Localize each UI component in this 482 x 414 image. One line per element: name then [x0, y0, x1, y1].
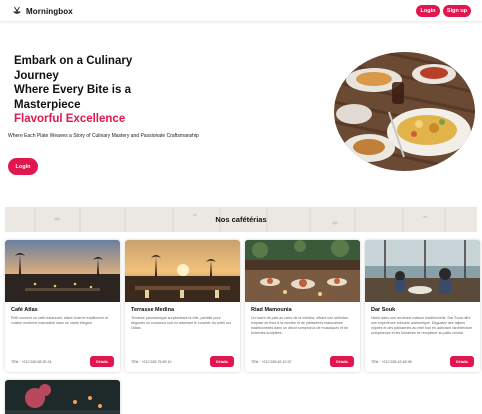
hero-login-button[interactable]: Login [8, 158, 38, 175]
nav-login-button[interactable]: Login [416, 5, 440, 17]
hero-title-line: Journey [14, 69, 59, 82]
cafe-name: Riad Mamounia [251, 307, 292, 313]
hero-food-image [334, 52, 475, 171]
cafe-card-image [125, 240, 240, 302]
cafe-description: Terrasse panoramique surplombant la vill… [131, 316, 231, 330]
bowl-chopsticks-icon [13, 6, 21, 14]
cafe-card-image [365, 240, 480, 302]
cafe-name: Terrasse Medina [131, 307, 175, 313]
cafe-card: Riad Mamounia Un havre de paix au cœur d… [245, 240, 360, 372]
hero-subtitle: Where Each Plate Weaves a Story of Culin… [8, 133, 199, 139]
cafe-name: Café Atlas [11, 307, 38, 313]
cafe-phone: TÉlé : +212 535 75 89 10 [131, 360, 172, 364]
cafe-card-image [245, 240, 360, 302]
cafe-details-button[interactable]: Détails [210, 356, 234, 367]
hero-title-line: Embark on a Culinary [14, 55, 133, 67]
cafe-card: Terrasse Medina Terrasse panoramique sur… [125, 240, 240, 372]
brand-logo[interactable]: Morningbox [12, 5, 73, 17]
cafe-phone: TÉlé : +212 535 43 45 98 [371, 360, 412, 364]
brand-name: Morningbox [26, 6, 73, 16]
hero-title-line: Where Every Bite is a [14, 84, 131, 96]
hero-title: Embark on a Culinary Journey Where Every… [14, 54, 184, 127]
cafe-card: Café Atlas Petit convent un café restaur… [5, 240, 120, 372]
cafe-phone: TÉlé : +212 530 65 30 24 [11, 360, 52, 364]
cafe-description: Niché dans une ancienne maison tradition… [371, 316, 473, 335]
cafe-card-image [5, 240, 120, 302]
section-header-band: Nos cafétérias [5, 207, 477, 232]
cafe-card [5, 380, 120, 414]
cafe-details-button[interactable]: Détails [450, 356, 474, 367]
cafe-phone: TÉlé : +212 535 62 10 97 [251, 360, 292, 364]
nav-signup-button[interactable]: Sign up [443, 5, 471, 17]
cafe-card: Dar Souk Niché dans une ancienne maison … [365, 240, 480, 372]
top-navbar: Morningbox Login Sign up [0, 0, 482, 22]
cafe-card-image [5, 380, 120, 414]
cafe-details-button[interactable]: Détails [90, 356, 114, 367]
cafe-name: Dar Souk [371, 307, 396, 313]
hero-title-accent: Flavorful Excellence [14, 113, 126, 125]
section-title: Nos cafétérias [215, 215, 267, 224]
hero-title-line: Masterpiece [14, 98, 81, 111]
cafe-description: Petit convent un café restaurant, atlant… [11, 316, 109, 325]
cafe-details-button[interactable]: Détails [330, 356, 354, 367]
cafe-description: Un havre de paix au cœur de la médina, o… [251, 316, 349, 335]
